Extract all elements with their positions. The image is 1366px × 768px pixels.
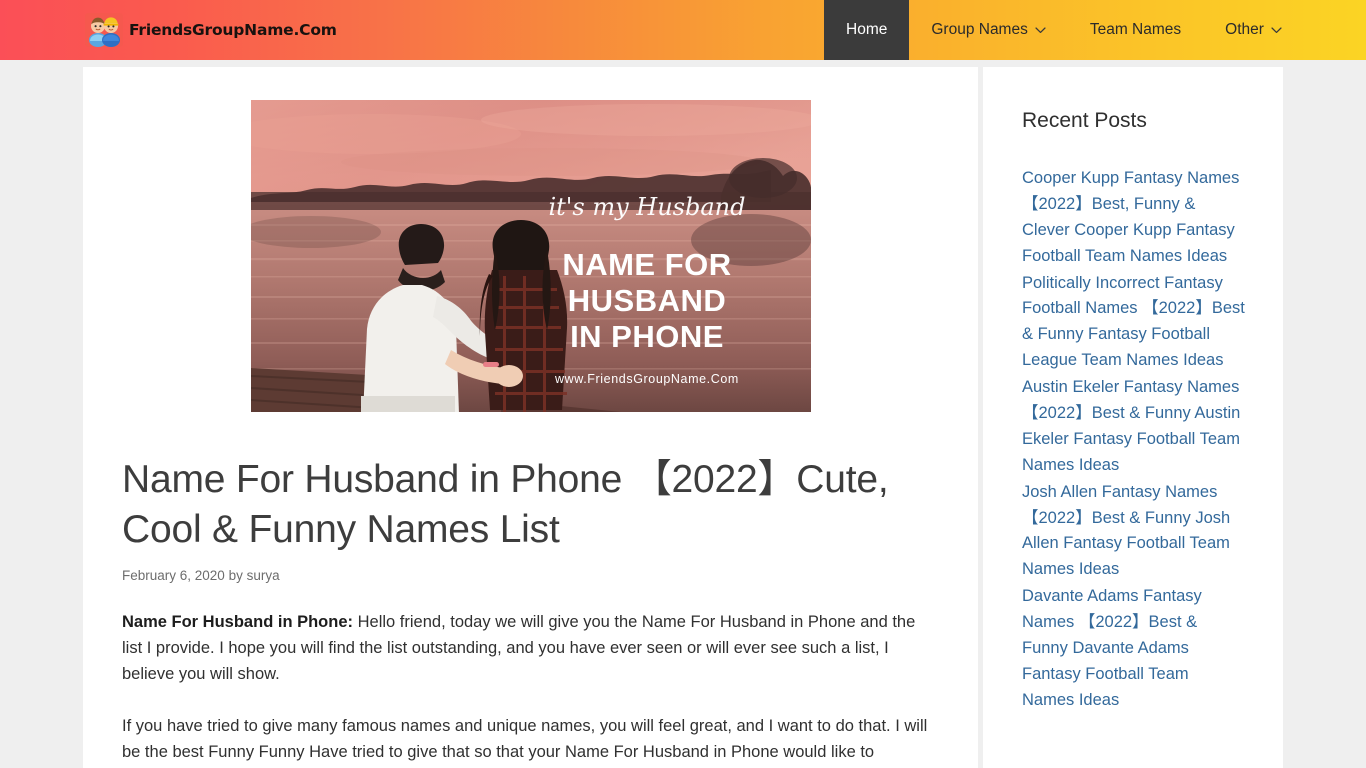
list-item: Cooper Kupp Fantasy Names 【2022】Best, Fu… [1022,166,1245,270]
svg-text:www.FriendsGroupName.Com: www.FriendsGroupName.Com [554,372,739,386]
list-item: Davante Adams Fantasy Names 【2022】Best &… [1022,584,1245,713]
paragraph-2: If you have tried to give many famous na… [122,713,939,765]
page-wrapper: it's my Husband NAME FOR HUSBAND IN PHON… [0,60,1366,768]
nav-item-home[interactable]: Home [824,0,910,60]
paragraph-text: If you have tried to give many famous na… [122,717,928,762]
list-item: Josh Allen Fantasy Names 【2022】Best & Fu… [1022,480,1245,584]
main-content: it's my Husband NAME FOR HUSBAND IN PHON… [83,67,978,768]
recent-posts-widget: Recent Posts Cooper Kupp Fantasy Names 【… [1022,109,1245,714]
recent-post-link[interactable]: Davante Adams Fantasy Names 【2022】Best &… [1022,584,1245,713]
nav-item-label: Other [1225,21,1264,38]
article: it's my Husband NAME FOR HUSBAND IN PHON… [122,100,939,765]
list-item: Austin Ekeler Fantasy Names 【2022】Best &… [1022,375,1245,479]
nav-item-label: Group Names [931,21,1028,38]
recent-post-link[interactable]: Josh Allen Fantasy Names 【2022】Best & Fu… [1022,480,1245,584]
two-kids-icon [85,13,123,47]
featured-image: it's my Husband NAME FOR HUSBAND IN PHON… [250,100,811,412]
recent-posts-list: Cooper Kupp Fantasy Names 【2022】Best, Fu… [1022,166,1245,714]
sidebar: Recent Posts Cooper Kupp Fantasy Names 【… [983,67,1283,768]
recent-post-link[interactable]: Austin Ekeler Fantasy Names 【2022】Best &… [1022,375,1245,479]
nav-item-other[interactable]: Other [1203,0,1304,60]
svg-text:it's my Husband: it's my Husband [548,193,745,221]
svg-text:NAME FOR: NAME FOR [562,247,731,282]
nav-item-label: Team Names [1089,21,1182,38]
svg-text:HUSBAND: HUSBAND [567,283,726,318]
paragraph-1: Name For Husband in Phone: Hello friend,… [122,609,939,687]
page-title: Name For Husband in Phone 【2022】Cute, Co… [122,458,889,551]
svg-text:IN PHONE: IN PHONE [570,319,724,354]
site-title: FriendsGroupName.Com [129,21,337,39]
main-navigation: Home Group Names Team Names Other [824,0,1304,60]
entry-content: Name For Husband in Phone: Hello friend,… [122,609,939,765]
recent-post-link[interactable]: Politically Incorrect Fantasy Football N… [1022,271,1245,375]
paragraph-lead: Name For Husband in Phone: [122,612,354,631]
nav-item-group-names[interactable]: Group Names [909,0,1067,60]
entry-meta: February 6, 2020 by surya [122,568,939,583]
post-author[interactable]: surya [247,568,280,583]
chevron-down-icon [1271,26,1282,34]
recent-post-link[interactable]: Cooper Kupp Fantasy Names 【2022】Best, Fu… [1022,166,1245,270]
by-label: by [228,567,243,583]
nav-item-team-names[interactable]: Team Names [1068,0,1203,60]
post-date: February 6, 2020 [122,567,225,583]
site-header: FriendsGroupName.Com Home Group Names Te… [0,0,1366,60]
site-logo-link[interactable]: FriendsGroupName.Com [85,13,337,47]
chevron-down-icon [1035,26,1046,34]
nav-item-label: Home [846,21,888,38]
widget-title: Recent Posts [1022,109,1147,132]
list-item: Politically Incorrect Fantasy Football N… [1022,271,1245,375]
